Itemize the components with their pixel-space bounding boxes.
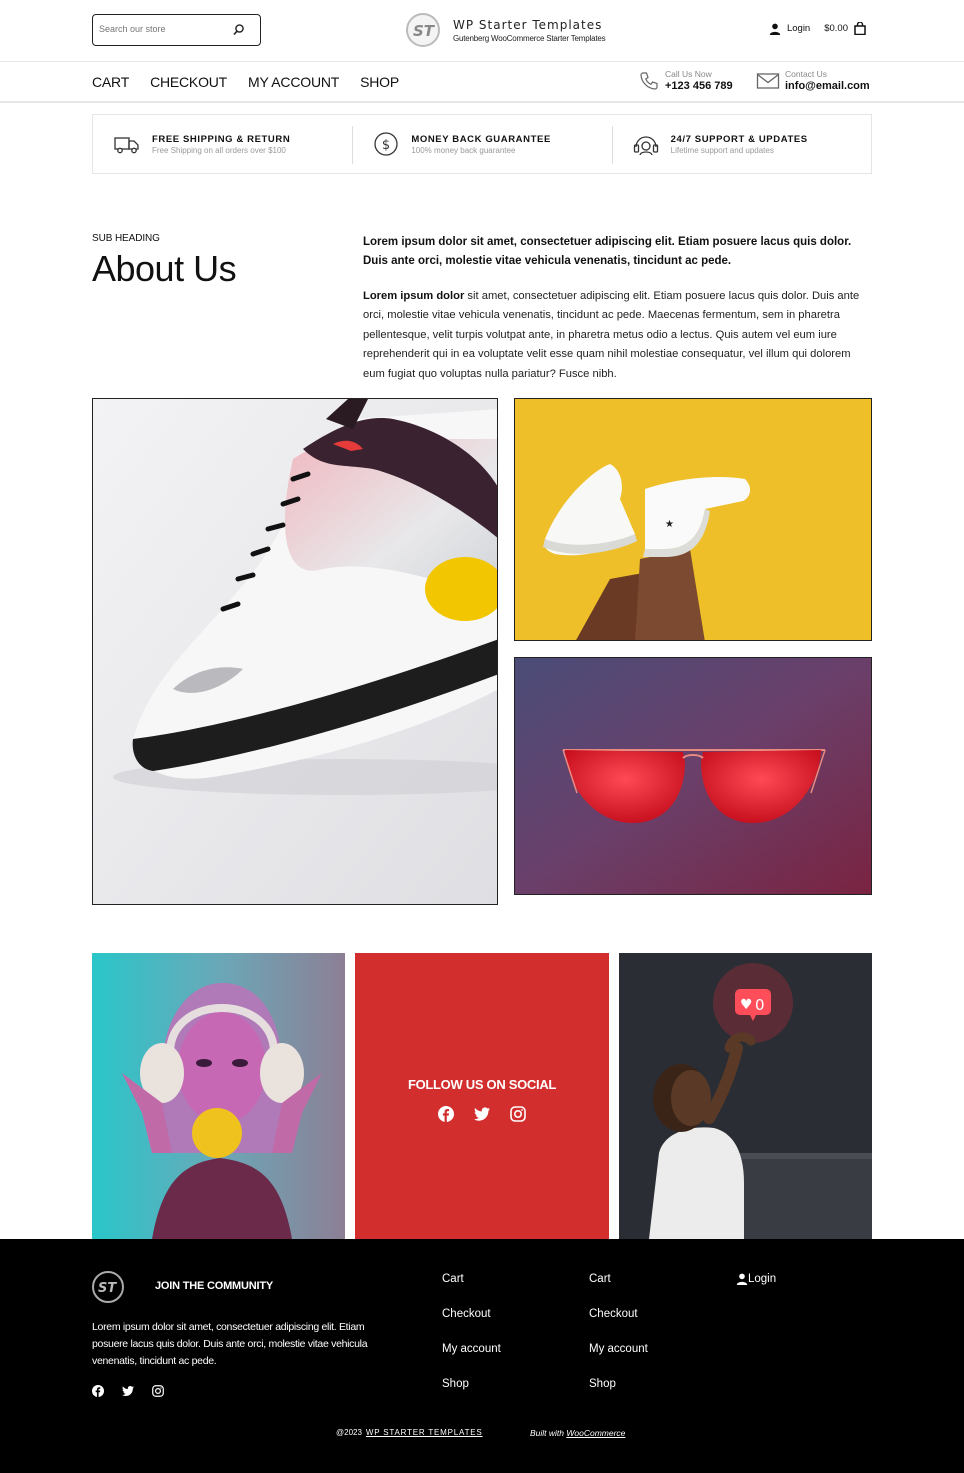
copyright: @2023 WP STARTER TEMPLATES	[336, 1428, 483, 1437]
woocommerce-link[interactable]: WooCommerce	[566, 1428, 625, 1438]
footer-link-cart[interactable]: Cart	[589, 1273, 648, 1287]
phone-icon	[640, 71, 658, 90]
copyright-brand-link[interactable]: WP STARTER TEMPLATES	[366, 1428, 483, 1437]
search-icon[interactable]	[232, 23, 246, 37]
nav-item-my-account[interactable]: MY ACCOUNT	[248, 74, 339, 90]
user-icon	[736, 1273, 748, 1285]
email-label: Contact Us	[785, 69, 828, 79]
truck-icon	[114, 137, 139, 154]
shopping-bag-icon[interactable]	[854, 22, 866, 35]
svg-text:ST: ST	[98, 1281, 117, 1295]
svg-text:★: ★	[665, 519, 674, 530]
footer-logo-icon[interactable]: ST	[92, 1271, 124, 1303]
email-contact[interactable]: Contact Us info@email.com	[756, 69, 870, 92]
page-title: About Us	[92, 248, 237, 289]
feature-shipping: FREE SHIPPING & RETURN Free Shipping on …	[93, 115, 352, 173]
built-with-prefix: Built with	[530, 1428, 567, 1438]
feature-subtitle: Free Shipping on all orders over $100	[152, 145, 286, 155]
instagram-icon[interactable]	[152, 1385, 164, 1397]
about-body-bold: Lorem ipsum dolor	[363, 290, 465, 302]
facebook-icon[interactable]	[438, 1105, 454, 1122]
feature-money-back: $ MONEY BACK GUARANTEE 100% money back g…	[352, 115, 611, 173]
nav-menu: CART CHECKOUT MY ACCOUNT SHOP	[92, 74, 399, 90]
sneakers-on-yellow-image: ★	[514, 398, 872, 641]
footer-link-my-account[interactable]: My account	[589, 1343, 648, 1357]
social-icons	[438, 1105, 526, 1122]
feature-title: FREE SHIPPING & RETURN	[152, 133, 291, 145]
like-notification-image: ♥ 0	[619, 953, 872, 1239]
dollar-icon: $	[374, 132, 398, 156]
features-strip: FREE SHIPPING & RETURN Free Shipping on …	[92, 114, 872, 174]
footer-link-checkout[interactable]: Checkout	[589, 1308, 648, 1322]
site-footer: ST JOIN THE COMMUNITY Lorem ipsum dolor …	[0, 1239, 964, 1473]
feature-title: MONEY BACK GUARANTEE	[411, 133, 551, 145]
svg-text:♥: ♥	[740, 997, 753, 1013]
footer-login[interactable]: Login	[736, 1273, 776, 1285]
sneaker-image	[92, 398, 498, 905]
follow-social-panel: FOLLOW US ON SOCIAL	[355, 953, 609, 1239]
svg-text:$: $	[382, 138, 390, 153]
phone-label: Call Us Now	[665, 69, 712, 79]
email-value: info@email.com	[785, 80, 870, 92]
built-with: Built with WooCommerce	[530, 1428, 625, 1438]
phone-value: +123 456 789	[665, 80, 733, 92]
support-icon	[633, 136, 658, 156]
footer-social-icons	[92, 1385, 164, 1397]
site-header: ST WP Starter Templates Gutenberg WooCom…	[0, 0, 964, 62]
headphones-girl-image	[92, 953, 345, 1239]
site-brand[interactable]: ST WP Starter Templates Gutenberg WooCom…	[406, 12, 606, 48]
login-link[interactable]: Login	[787, 23, 810, 34]
nav-item-cart[interactable]: CART	[92, 74, 129, 90]
footer-link-shop[interactable]: Shop	[442, 1378, 501, 1392]
feature-title: 24/7 SUPPORT & UPDATES	[670, 133, 808, 145]
footer-link-shop[interactable]: Shop	[589, 1378, 648, 1392]
search-input[interactable]	[93, 15, 223, 43]
header-account: Login $0.00	[769, 22, 866, 35]
footer-description: Lorem ipsum dolor sit amet, consectetuer…	[92, 1321, 368, 1367]
footer-menu-1: Cart Checkout My account Shop	[442, 1273, 501, 1413]
logo-icon: ST	[406, 13, 440, 47]
main-navigation: CART CHECKOUT MY ACCOUNT SHOP Call Us No…	[0, 62, 964, 103]
about-body-rest: sit amet, consectetuer adipiscing elit. …	[363, 290, 860, 380]
follow-social-title: FOLLOW US ON SOCIAL	[407, 1076, 557, 1092]
twitter-icon[interactable]	[122, 1385, 134, 1397]
instagram-icon[interactable]	[510, 1105, 526, 1122]
footer-link-my-account[interactable]: My account	[442, 1343, 501, 1357]
feature-subtitle: Lifetime support and updates	[670, 145, 774, 155]
brand-title: WP Starter Templates	[453, 17, 603, 32]
footer-menu-2: Cart Checkout My account Shop	[589, 1273, 648, 1413]
brand-subtitle: Gutenberg WooCommerce Starter Templates	[453, 33, 606, 43]
feature-subtitle: 100% money back guarantee	[411, 145, 516, 155]
nav-item-shop[interactable]: SHOP	[360, 74, 399, 90]
footer-login-link[interactable]: Login	[748, 1273, 776, 1285]
nav-item-checkout[interactable]: CHECKOUT	[150, 74, 227, 90]
join-community-title: JOIN THE COMMUNITY	[155, 1280, 274, 1292]
about-lead-text: Lorem ipsum dolor sit amet, consectetuer…	[363, 236, 852, 267]
search-box	[92, 14, 261, 46]
cart-total[interactable]: $0.00	[824, 23, 848, 34]
footer-link-checkout[interactable]: Checkout	[442, 1308, 501, 1322]
facebook-icon[interactable]	[92, 1385, 104, 1397]
red-sunglasses-image	[514, 657, 872, 895]
footer-link-cart[interactable]: Cart	[442, 1273, 501, 1287]
user-icon[interactable]	[769, 23, 781, 35]
copyright-year: @2023	[336, 1428, 362, 1437]
twitter-icon[interactable]	[474, 1106, 490, 1122]
phone-contact[interactable]: Call Us Now +123 456 789	[638, 69, 733, 92]
feature-support: 24/7 SUPPORT & UPDATES Lifetime support …	[611, 115, 871, 173]
svg-text:ST: ST	[413, 22, 435, 39]
mail-icon	[756, 72, 780, 89]
sub-heading: SUB HEADING	[92, 233, 160, 244]
like-count: 0	[755, 996, 765, 1014]
about-body-text: Lorem ipsum dolor sit amet, consectetuer…	[363, 287, 875, 384]
